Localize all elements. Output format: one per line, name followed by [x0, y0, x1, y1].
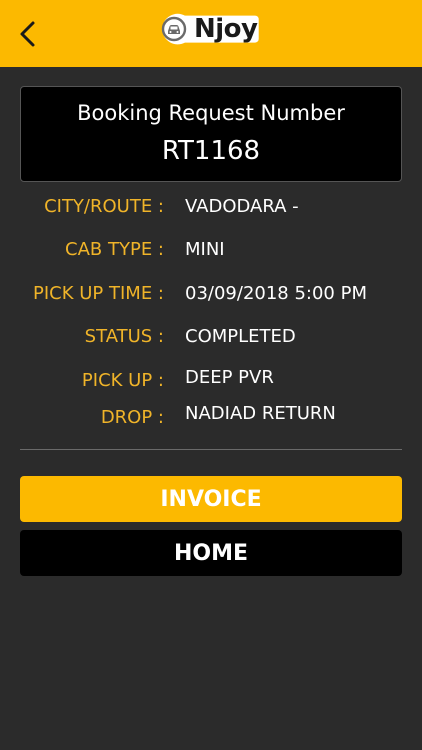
njoy-logo: Njoy	[156, 12, 266, 52]
detail-row-status: STATUS : COMPLETED	[0, 326, 422, 356]
city-route-value: VADODARA -	[185, 196, 299, 217]
pickup-time-value: 03/09/2018 5:00 PM	[185, 283, 367, 304]
cab-type-label: CAB TYPE :	[65, 239, 164, 260]
booking-request-title: Booking Request Number	[77, 101, 345, 125]
booking-request-number: RT1168	[161, 136, 261, 166]
invoice-button[interactable]: INVOICE	[20, 476, 402, 522]
booking-request-card: Booking Request Number RT1168	[20, 86, 402, 182]
city-route-label: CITY/ROUTE :	[44, 196, 164, 217]
divider	[20, 449, 402, 450]
detail-row-pickup: PICK UP : DEEP PVR	[0, 367, 422, 399]
car-pin-icon	[161, 16, 187, 42]
pickup-label: PICK UP :	[81, 370, 164, 391]
pickup-value: DEEP PVR	[185, 367, 274, 388]
drop-value: NADIAD RETURN	[185, 403, 336, 424]
logo-text: Njoy	[194, 14, 258, 44]
status-value: COMPLETED	[185, 326, 296, 347]
pickup-time-label: PICK UP TIME :	[32, 283, 164, 304]
status-label: STATUS :	[84, 326, 164, 347]
detail-row-city-route: CITY/ROUTE : VADODARA -	[0, 196, 422, 226]
detail-row-cab-type: CAB TYPE : MINI	[0, 239, 422, 269]
chevron-left-icon	[20, 21, 35, 47]
home-button[interactable]: HOME	[20, 530, 402, 576]
drop-label: DROP :	[100, 407, 164, 428]
detail-row-drop: DROP : NADIAD RETURN	[0, 403, 422, 436]
cab-type-value: MINI	[185, 239, 225, 260]
back-button[interactable]	[10, 14, 46, 54]
app-header: Njoy	[0, 0, 422, 67]
detail-row-pickup-time: PICK UP TIME : 03/09/2018 5:00 PM	[0, 283, 422, 313]
